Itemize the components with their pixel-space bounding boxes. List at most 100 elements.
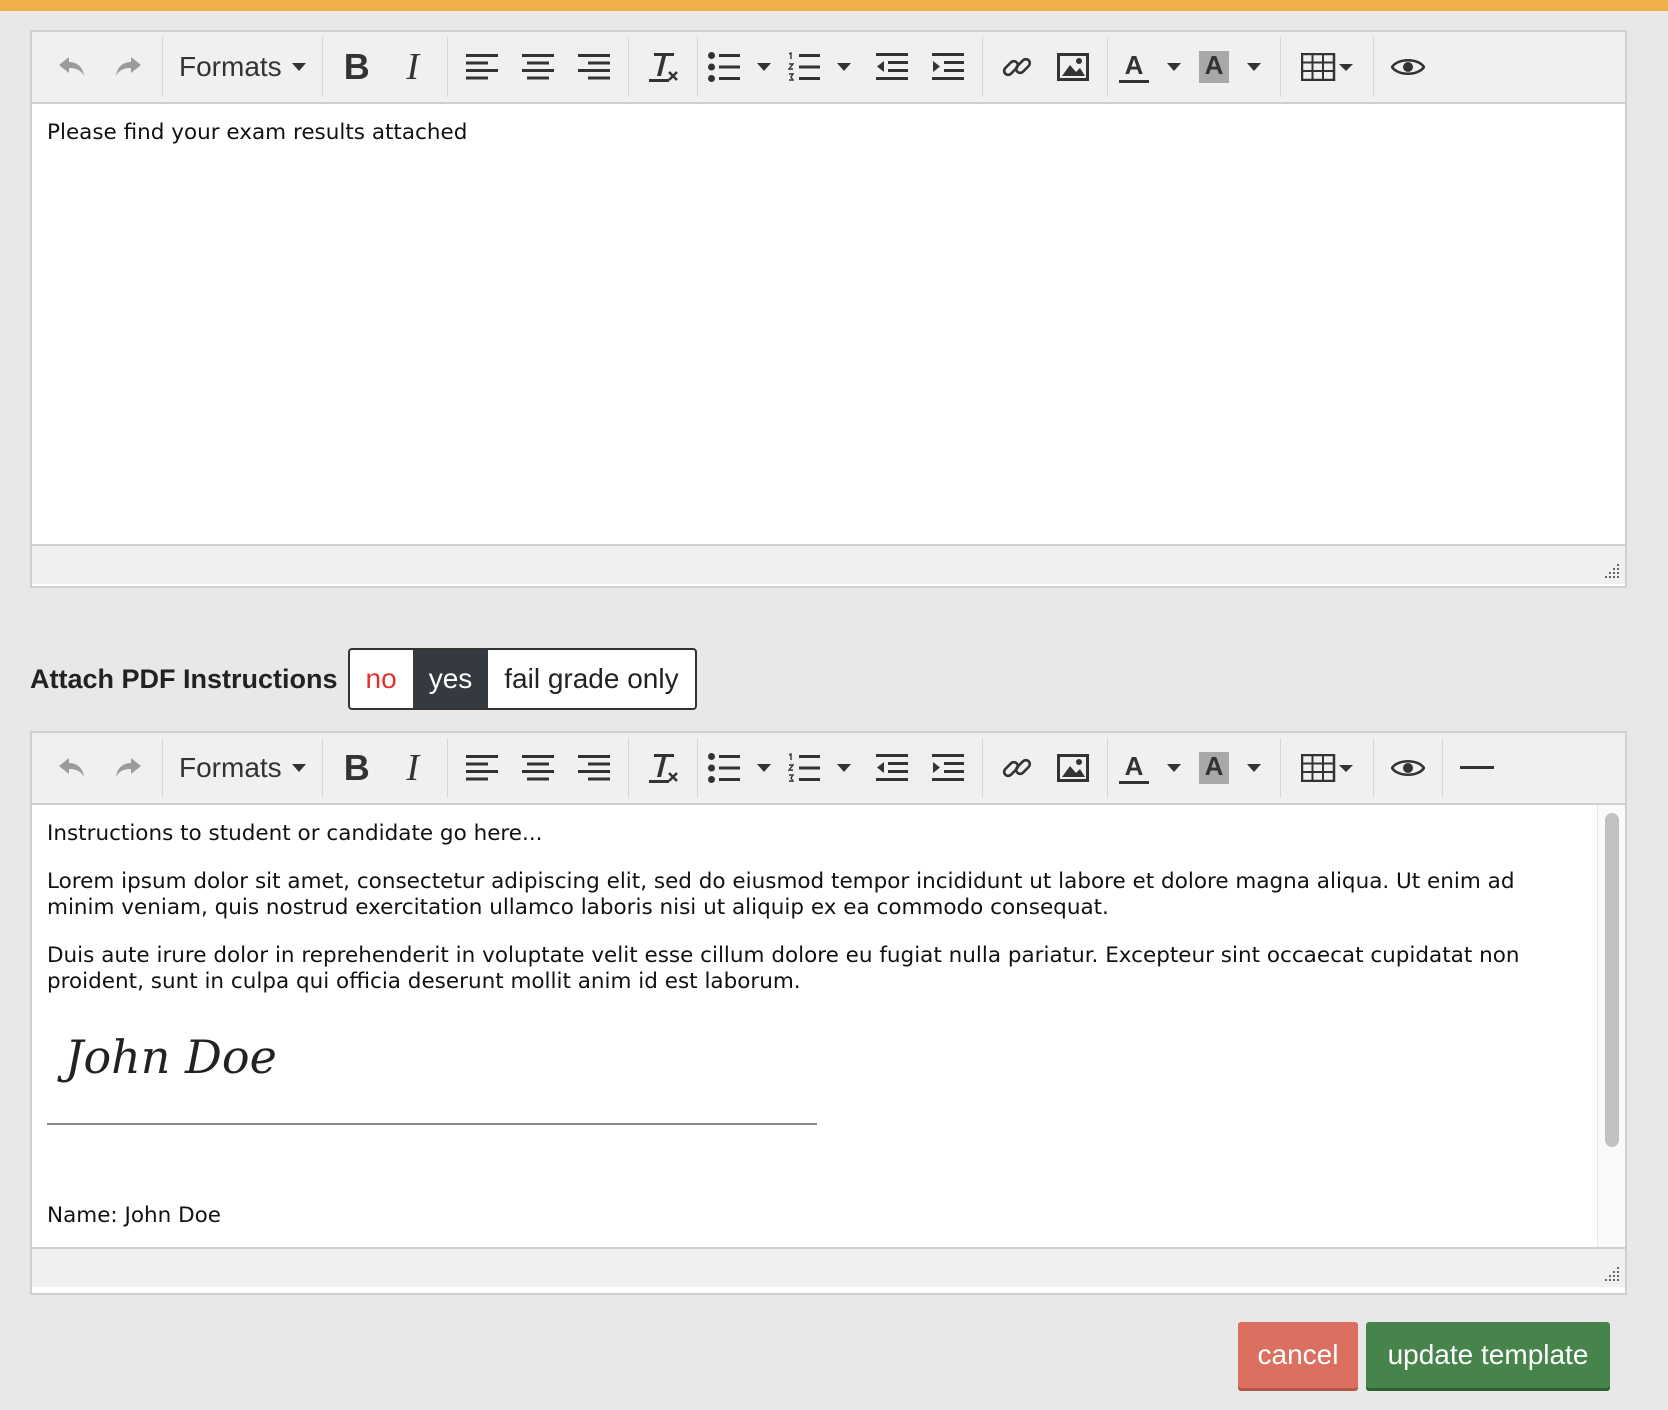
list-group	[698, 37, 983, 97]
bullet-list-icon[interactable]	[704, 41, 744, 93]
editor-toolbar: Formats B I A A	[32, 733, 1625, 805]
formats-group: Formats	[163, 37, 323, 97]
signature-text: John Doe	[57, 1030, 277, 1084]
chevron-down-icon[interactable]	[1234, 742, 1274, 794]
svg-text:A: A	[1124, 751, 1143, 781]
background-color-icon[interactable]: A	[1194, 41, 1234, 93]
preview-icon[interactable]	[1380, 41, 1436, 93]
outdent-icon[interactable]	[864, 742, 920, 794]
align-center-icon[interactable]	[510, 41, 566, 93]
link-icon[interactable]	[989, 742, 1045, 794]
numbered-list-icon[interactable]	[784, 742, 824, 794]
chevron-down-icon[interactable]	[744, 41, 784, 93]
pdf-instructions-editor: Formats B I A A Instructions to student …	[30, 731, 1627, 1295]
attach-pdf-toggle: no yes fail grade only	[347, 648, 697, 710]
undo-icon[interactable]	[44, 41, 100, 93]
link-icon[interactable]	[989, 41, 1045, 93]
hr-group	[1443, 738, 1511, 798]
resize-handle-icon[interactable]	[1601, 560, 1621, 580]
attach-pdf-label: Attach PDF Instructions	[30, 663, 338, 694]
instructions-paragraph-1: Lorem ipsum dolor sit amet, consectetur …	[47, 869, 1515, 920]
chevron-down-icon	[291, 63, 306, 71]
chevron-down-icon[interactable]	[1154, 41, 1194, 93]
align-group	[448, 37, 629, 97]
image-icon[interactable]	[1045, 742, 1101, 794]
text-color-icon[interactable]: A	[1114, 742, 1154, 794]
outdent-icon[interactable]	[864, 41, 920, 93]
chevron-down-icon[interactable]	[744, 742, 784, 794]
editor-statusbar	[32, 544, 1625, 584]
bullet-list-icon[interactable]	[704, 742, 744, 794]
clear-group	[629, 37, 698, 97]
clear-formatting-icon[interactable]	[635, 742, 691, 794]
update-template-button[interactable]: update template	[1366, 1322, 1610, 1388]
option-fail-grade-only[interactable]: fail grade only	[488, 650, 694, 708]
view-group	[1374, 37, 1442, 97]
editor-statusbar	[32, 1247, 1625, 1287]
align-right-icon[interactable]	[566, 742, 622, 794]
cancel-button[interactable]: cancel	[1238, 1322, 1358, 1388]
resize-handle-icon[interactable]	[1601, 1263, 1621, 1283]
chevron-down-icon[interactable]	[1234, 41, 1274, 93]
scrollbar-thumb[interactable]	[1605, 813, 1619, 1147]
editor-content-area[interactable]: Please find your exam results attached	[32, 104, 1625, 544]
redo-icon[interactable]	[100, 41, 156, 93]
italic-icon[interactable]: I	[385, 742, 441, 794]
horizontal-rule-icon[interactable]	[1449, 742, 1505, 794]
name-line: Name: John Doe	[47, 1203, 222, 1228]
align-left-icon[interactable]	[454, 41, 510, 93]
chevron-down-icon	[291, 764, 306, 772]
insert-group	[983, 37, 1108, 97]
italic-icon[interactable]: I	[385, 41, 441, 93]
signature-line	[47, 1123, 817, 1125]
text-color-icon[interactable]: A	[1114, 41, 1154, 93]
formats-group: Formats	[163, 738, 323, 798]
history-group	[38, 738, 163, 798]
align-center-icon[interactable]	[510, 742, 566, 794]
table-group	[1281, 37, 1374, 97]
bold-icon[interactable]: B	[329, 41, 385, 93]
attach-pdf-row: Attach PDF Instructions no yes fail grad…	[30, 648, 697, 710]
chevron-down-icon[interactable]	[824, 742, 864, 794]
table-icon[interactable]	[1287, 742, 1367, 794]
formats-dropdown[interactable]: Formats	[169, 41, 316, 93]
style-group: B I	[323, 37, 448, 97]
clear-group	[629, 738, 698, 798]
bold-icon[interactable]: B	[329, 742, 385, 794]
redo-icon[interactable]	[100, 742, 156, 794]
list-group	[698, 738, 983, 798]
top-accent-bar	[0, 0, 1668, 11]
background-color-icon[interactable]: A	[1194, 742, 1234, 794]
signature-image: John Doe	[57, 1013, 1585, 1123]
email-body-text: Please find your exam results attached	[47, 120, 468, 145]
align-left-icon[interactable]	[454, 742, 510, 794]
option-yes[interactable]: yes	[412, 650, 489, 708]
image-icon[interactable]	[1045, 41, 1101, 93]
svg-text:A: A	[1204, 751, 1223, 781]
color-group: A A	[1108, 37, 1281, 97]
undo-icon[interactable]	[44, 742, 100, 794]
view-group	[1374, 738, 1443, 798]
editor-content-area[interactable]: Instructions to student or candidate go …	[32, 805, 1625, 1247]
preview-icon[interactable]	[1380, 742, 1436, 794]
indent-icon[interactable]	[920, 41, 976, 93]
color-group: A A	[1108, 738, 1281, 798]
numbered-list-icon[interactable]	[784, 41, 824, 93]
formats-label: Formats	[179, 51, 282, 82]
editor-toolbar: Formats B I A A	[32, 32, 1625, 104]
formats-label: Formats	[179, 752, 282, 783]
indent-icon[interactable]	[920, 742, 976, 794]
chevron-down-icon[interactable]	[1154, 742, 1194, 794]
email-body-editor: Formats B I A A Please find your exam re…	[30, 30, 1627, 588]
clear-formatting-icon[interactable]	[635, 41, 691, 93]
table-icon[interactable]	[1287, 41, 1367, 93]
instructions-intro: Instructions to student or candidate go …	[47, 821, 543, 846]
table-group	[1281, 738, 1374, 798]
instructions-paragraph-2: Duis aute irure dolor in reprehenderit i…	[47, 943, 1520, 994]
svg-text:A: A	[1204, 50, 1223, 80]
align-right-icon[interactable]	[566, 41, 622, 93]
scrollbar[interactable]	[1597, 805, 1625, 1247]
option-no[interactable]: no	[350, 650, 413, 708]
chevron-down-icon[interactable]	[824, 41, 864, 93]
formats-dropdown[interactable]: Formats	[169, 742, 316, 794]
